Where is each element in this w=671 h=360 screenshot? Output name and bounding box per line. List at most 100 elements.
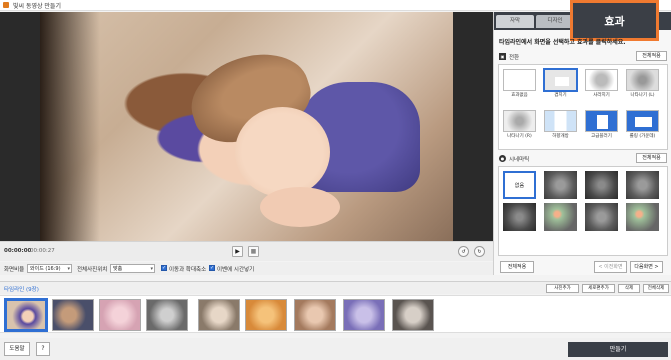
- transition-label: 나타나기 (R): [507, 134, 532, 139]
- filter-item[interactable]: [626, 171, 659, 199]
- transition-thumb: [585, 69, 618, 91]
- transition-grid: 효과없음 겹치기 사라지기 나타나기 (L) 나타나기 (R) 하향개방 고급블…: [498, 64, 668, 150]
- transition-icon: ▣: [499, 53, 506, 60]
- timeline-clip[interactable]: [52, 299, 94, 331]
- transition-thumb: [503, 69, 536, 91]
- position-value: 맞춤: [113, 266, 123, 272]
- current-time: 00:00:00: [4, 248, 32, 254]
- tab-effect[interactable]: 효과: [570, 0, 659, 41]
- next-screen-button[interactable]: 다음화면 >: [630, 261, 663, 273]
- transition-label: 효과없음: [511, 93, 528, 98]
- stop-icon: ■: [250, 248, 257, 255]
- position-label: 전체사진위치: [77, 267, 108, 273]
- panel-hint: 타임라인에서 화면을 선택하고 효과를 클릭하세요.: [499, 39, 626, 46]
- show-time-checkbox[interactable]: ✓: [209, 265, 215, 271]
- timeline-header: 타임라인 (9장) 사진추가 세로편추가 삭제 전체삭제: [0, 281, 671, 294]
- tab-bar: 자막 디자인 효과 ✕: [494, 0, 671, 41]
- timeline-clip[interactable]: [392, 299, 434, 331]
- filter-item[interactable]: [626, 203, 659, 231]
- filter-icon: ●: [499, 155, 506, 162]
- timeline-clip[interactable]: [294, 299, 336, 331]
- transition-thumb: [503, 110, 536, 132]
- transition-item[interactable]: 나타나기 (R): [503, 110, 536, 140]
- make-button[interactable]: 만들기: [568, 342, 668, 357]
- ratio-value: 와이드 (16:9): [30, 266, 61, 272]
- transition-thumb: [543, 68, 578, 92]
- filter-item[interactable]: [544, 203, 577, 231]
- window-title: 빛씨 동영상 만들기: [13, 2, 61, 10]
- filter-section-header: ● 시네마틱 전체적용: [499, 153, 667, 164]
- transition-item[interactable]: 사라지기: [585, 69, 618, 99]
- rotate-right-icon[interactable]: ↻: [474, 246, 485, 257]
- filter-none[interactable]: 없음: [503, 171, 536, 199]
- apply-all-filter-button[interactable]: 전체적용: [636, 153, 667, 163]
- prev-screen-button[interactable]: < 이전화면: [594, 261, 627, 273]
- position-select[interactable]: 맞춤 ▾: [110, 264, 155, 273]
- tab-effect-label: 효과: [604, 14, 625, 28]
- ratio-select[interactable]: 와이드 (16:9) ▾: [27, 264, 72, 273]
- transition-item[interactable]: 롤링 (가운데): [626, 110, 659, 140]
- effects-panel: 자막 디자인 효과 ✕ 타임라인에서 화면을 선택하고 효과를 클릭하세요. ▣…: [493, 0, 671, 275]
- tab-subtitle[interactable]: 자막: [496, 15, 534, 28]
- close-icon[interactable]: ✕: [663, 2, 670, 11]
- timeline-clip[interactable]: [198, 299, 240, 331]
- bottom-bar: 도움말 ? 만들기: [0, 338, 671, 360]
- timeline-clip[interactable]: [146, 299, 188, 331]
- transition-label: 겹치기: [554, 93, 567, 98]
- add-chapter-button[interactable]: 세로편추가: [582, 284, 615, 293]
- apply-all-transition-button[interactable]: 전체적용: [636, 51, 667, 61]
- transition-label: 사라지기: [593, 93, 610, 98]
- play-icon: ▶: [235, 248, 240, 255]
- app-window: 빛씨 동영상 만들기 00:00:00 00:00:27 ▶ ■ ↺ ↻ 화면비…: [0, 0, 671, 360]
- chevron-down-icon: ▾: [150, 266, 153, 272]
- video-preview[interactable]: [0, 12, 493, 241]
- transition-item[interactable]: 효과없음: [503, 69, 536, 99]
- app-icon: [3, 2, 9, 8]
- filter-title: 시네마틱: [509, 157, 530, 163]
- preview-image: [40, 12, 453, 241]
- transition-thumb: [626, 110, 659, 132]
- rotate-left-icon[interactable]: ↺: [458, 246, 469, 257]
- timeline-clip[interactable]: [343, 299, 385, 331]
- timeline-title: 타임라인 (9장): [4, 287, 39, 293]
- filter-none-label: 없음: [514, 182, 525, 189]
- stop-button[interactable]: ■: [248, 246, 259, 257]
- transition-thumb: [585, 110, 618, 132]
- transition-item[interactable]: 고급블러기: [585, 110, 618, 140]
- add-photo-button[interactable]: 사진추가: [546, 284, 579, 293]
- transition-label: 하향개방: [552, 134, 569, 139]
- total-time: 00:00:27: [30, 248, 55, 254]
- options-row: 화면비율 와이드 (16:9) ▾ 전체사진위치 맞춤 ▾ ✓ 이동과 확대축소 ✓…: [0, 262, 493, 275]
- timeline-clip[interactable]: [99, 299, 141, 331]
- transition-thumb: [626, 69, 659, 91]
- play-button[interactable]: ▶: [232, 246, 243, 257]
- tab-design[interactable]: 디자인: [536, 15, 574, 28]
- transition-item[interactable]: 하향개방: [544, 110, 577, 140]
- playback-bar: 00:00:00 00:00:27 ▶ ■ ↺ ↻: [0, 241, 493, 261]
- move-zoom-label: 이동과 확대축소: [169, 267, 207, 273]
- delete-button[interactable]: 삭제: [618, 284, 640, 293]
- transition-item[interactable]: 나타나기 (L): [626, 69, 659, 99]
- transition-thumb: [544, 110, 577, 132]
- filter-grid: 없음: [498, 166, 668, 256]
- show-time-label: 이벤에 시간넣기: [217, 267, 255, 273]
- transition-item[interactable]: 겹치기: [543, 68, 578, 99]
- transition-title: 전환: [509, 55, 520, 61]
- move-zoom-checkbox[interactable]: ✓: [161, 265, 167, 271]
- filter-item[interactable]: [544, 171, 577, 199]
- delete-all-button[interactable]: 전체삭제: [643, 284, 669, 293]
- transition-section-header: ▣ 전환 전체적용: [499, 51, 667, 62]
- filter-item[interactable]: [585, 171, 618, 199]
- timeline-clip[interactable]: [4, 298, 48, 332]
- transition-label: 롤링 (가운데): [629, 134, 656, 139]
- timeline-strip: [0, 295, 671, 333]
- chevron-down-icon: ▾: [67, 266, 70, 272]
- help-button[interactable]: 도움말: [4, 342, 30, 356]
- filter-item[interactable]: [503, 203, 536, 231]
- apply-all-button[interactable]: 전체적용: [500, 261, 534, 273]
- question-button[interactable]: ?: [36, 342, 50, 356]
- filter-item[interactable]: [585, 203, 618, 231]
- ratio-label: 화면비율: [4, 267, 25, 273]
- timeline-clip[interactable]: [245, 299, 287, 331]
- transition-label: 나타나기 (L): [630, 93, 655, 98]
